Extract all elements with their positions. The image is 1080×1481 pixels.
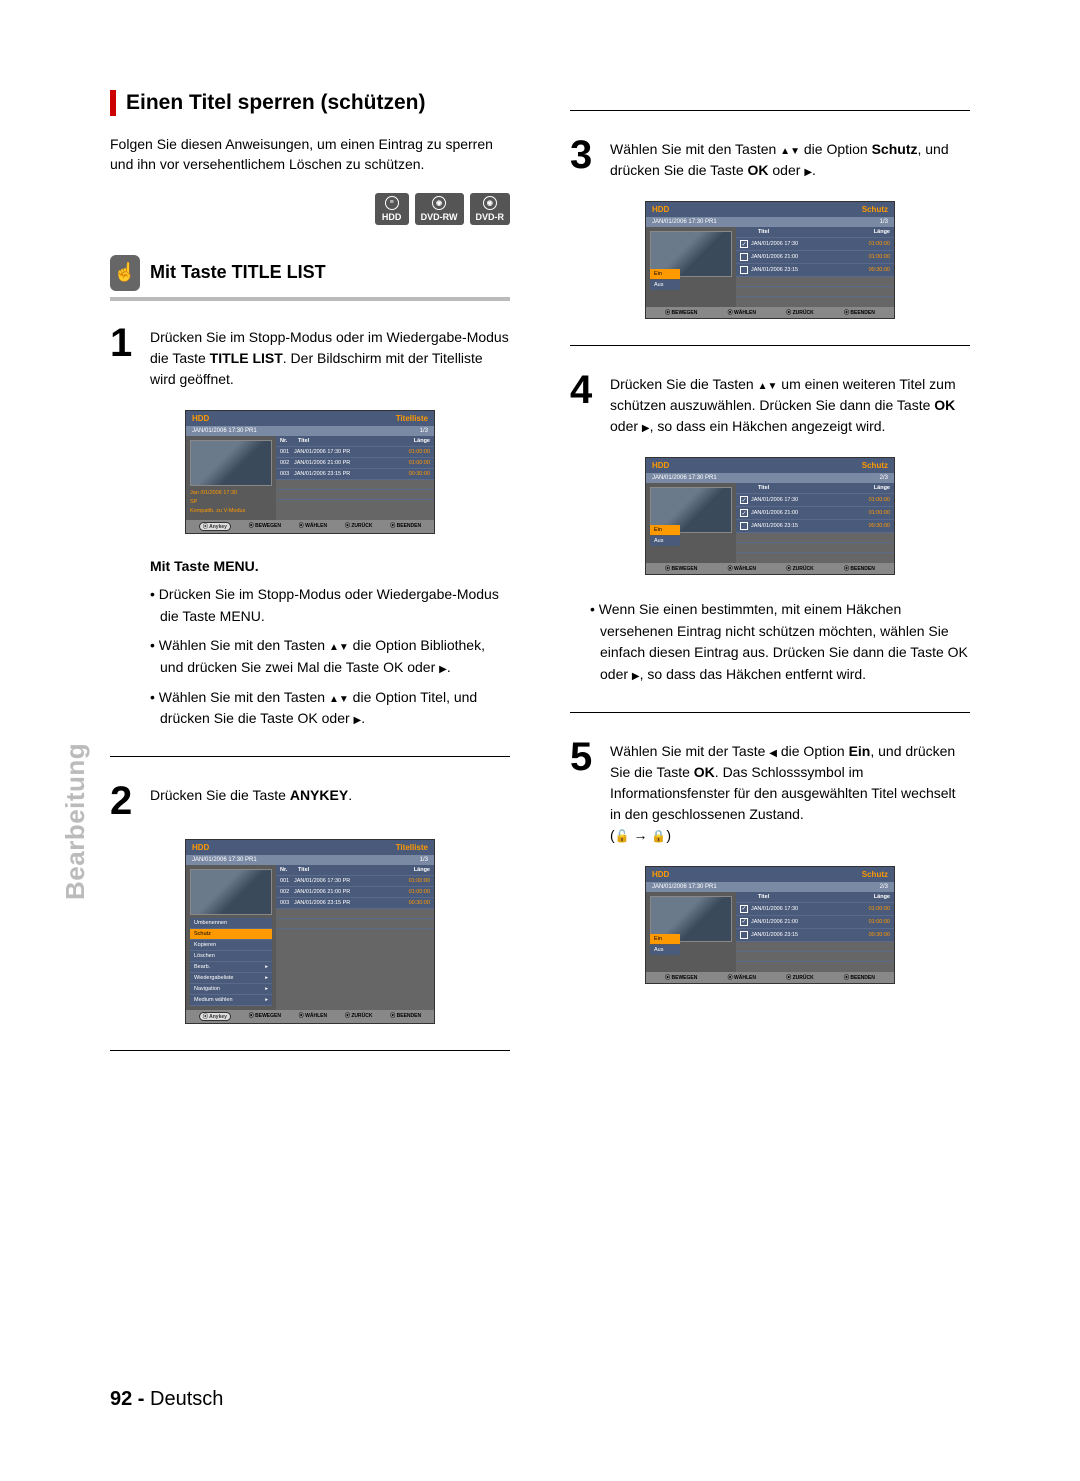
step-number: 3 bbox=[570, 137, 598, 181]
arrow-right-icon bbox=[439, 659, 447, 675]
menu-item: Bearb.▸ bbox=[190, 962, 272, 973]
hand-icon bbox=[110, 255, 140, 291]
arrow-down-icon bbox=[339, 689, 349, 705]
intro-paragraph: Folgen Sie diesen Anweisungen, um einen … bbox=[110, 134, 510, 175]
step-number: 4 bbox=[570, 372, 598, 437]
menu-item: Umbenennen bbox=[190, 918, 272, 929]
side-section-label: Bearbeitung bbox=[60, 743, 91, 900]
badge-dvd-r: ◉DVD-R bbox=[470, 193, 511, 225]
menu-bullet-2: Wählen Sie mit den Tasten die Option Bib… bbox=[150, 635, 510, 678]
step-text: Drücken Sie die Taste ANYKEY. bbox=[150, 783, 352, 819]
arrow-down-icon bbox=[768, 376, 778, 392]
badge-dvd-rw: ◉DVD-RW bbox=[415, 193, 464, 225]
menu-bullet-3: Wählen Sie mit den Tasten die Option Tit… bbox=[150, 687, 510, 730]
arrow-up-icon bbox=[329, 689, 339, 705]
step-1: 1 Drücken Sie im Stopp-Modus oder im Wie… bbox=[110, 325, 510, 390]
arrow-right-icon bbox=[632, 666, 640, 682]
lock-closed-icon bbox=[651, 827, 666, 843]
screenshot-anykey-menu: HDDTitelliste JAN/01/2006 17:30 PR11/3 U… bbox=[185, 839, 435, 1024]
step-4-note: Wenn Sie einen bestimmten, mit einem Häk… bbox=[590, 599, 970, 686]
separator bbox=[570, 110, 970, 111]
step-5: 5 Wählen Sie mit der Taste die Option Ei… bbox=[570, 739, 970, 846]
right-column: 3 Wählen Sie mit den Tasten die Option S… bbox=[570, 90, 970, 1077]
screenshot-schutz-1: HDDSchutz JAN/01/2006 17:30 PR11/3 Titel… bbox=[645, 201, 895, 319]
screenshot-schutz-3: HDDSchutz JAN/01/2006 17:30 PR12/3 Titel… bbox=[645, 866, 895, 984]
arrow-down-icon bbox=[339, 637, 349, 653]
step-number: 1 bbox=[110, 325, 138, 390]
arrow-down-icon bbox=[790, 141, 800, 157]
menu-bullet-list: Drücken Sie im Stopp-Modus oder Wiederga… bbox=[150, 584, 510, 730]
separator bbox=[570, 345, 970, 346]
arrow-up-icon bbox=[329, 637, 339, 653]
menu-item: Medium wählen▸ bbox=[190, 995, 272, 1006]
page-language: Deutsch bbox=[150, 1388, 223, 1410]
arrow-right-icon bbox=[642, 418, 650, 434]
arrow-right-icon bbox=[804, 162, 812, 178]
screenshot-schutz-2: HDDSchutz JAN/01/2006 17:30 PR12/3 Titel… bbox=[645, 457, 895, 575]
step-4-note-item: Wenn Sie einen bestimmten, mit einem Häk… bbox=[590, 599, 970, 686]
menu-item-selected: Schutz bbox=[190, 929, 272, 940]
step-number: 5 bbox=[570, 739, 598, 846]
ein-aus-toggle: Ein Aus bbox=[650, 269, 680, 291]
menu-item: Löschen bbox=[190, 951, 272, 962]
separator bbox=[110, 756, 510, 757]
step-text: Wählen Sie mit den Tasten die Option Sch… bbox=[610, 137, 970, 181]
ein-aus-toggle: Ein Aus bbox=[650, 525, 680, 547]
arrow-up-icon bbox=[780, 141, 790, 157]
preview-thumbnail bbox=[190, 440, 272, 486]
arrow-left-icon bbox=[769, 743, 777, 759]
section-accent-bar bbox=[110, 90, 116, 116]
arrow-up-icon bbox=[758, 376, 768, 392]
step-4: 4 Drücken Sie die Tasten um einen weiter… bbox=[570, 372, 970, 437]
ein-aus-toggle: Ein Aus bbox=[650, 934, 680, 956]
step-number: 2 bbox=[110, 783, 138, 819]
step-text: Drücken Sie die Tasten um einen weiteren… bbox=[610, 372, 970, 437]
page-content: Einen Titel sperren (schützen) Folgen Si… bbox=[110, 90, 980, 1077]
step-text: Wählen Sie mit der Taste die Option Ein,… bbox=[610, 739, 970, 846]
menu-item: Kopieren bbox=[190, 940, 272, 951]
badge-hdd: ≡HDD bbox=[375, 193, 409, 225]
left-column: Einen Titel sperren (schützen) Folgen Si… bbox=[110, 90, 510, 1077]
menu-heading: Mit Taste MENU. bbox=[150, 558, 510, 574]
step-2: 2 Drücken Sie die Taste ANYKEY. bbox=[110, 783, 510, 819]
separator bbox=[110, 1050, 510, 1051]
page-number: 92 - bbox=[110, 1388, 144, 1410]
step-3: 3 Wählen Sie mit den Tasten die Option S… bbox=[570, 137, 970, 181]
subsection-header: Mit Taste TITLE LIST bbox=[110, 255, 510, 301]
separator bbox=[570, 712, 970, 713]
media-badges: ≡HDD ◉DVD-RW ◉DVD-R bbox=[110, 193, 510, 225]
step-text: Drücken Sie im Stopp-Modus oder im Wiede… bbox=[150, 325, 510, 390]
menu-bullet-1: Drücken Sie im Stopp-Modus oder Wiederga… bbox=[150, 584, 510, 627]
lock-open-icon bbox=[615, 827, 630, 843]
page-footer: 92 - Deutsch bbox=[110, 1388, 223, 1411]
section-title: Einen Titel sperren (schützen) bbox=[126, 91, 426, 115]
menu-item: Navigation▸ bbox=[190, 984, 272, 995]
subsection-title: Mit Taste TITLE LIST bbox=[150, 262, 326, 283]
menu-item: Wiedergabeliste▸ bbox=[190, 973, 272, 984]
screenshot-title-list: HDDTitelliste JAN/01/2006 17:30 PR11/3 J… bbox=[185, 410, 435, 534]
